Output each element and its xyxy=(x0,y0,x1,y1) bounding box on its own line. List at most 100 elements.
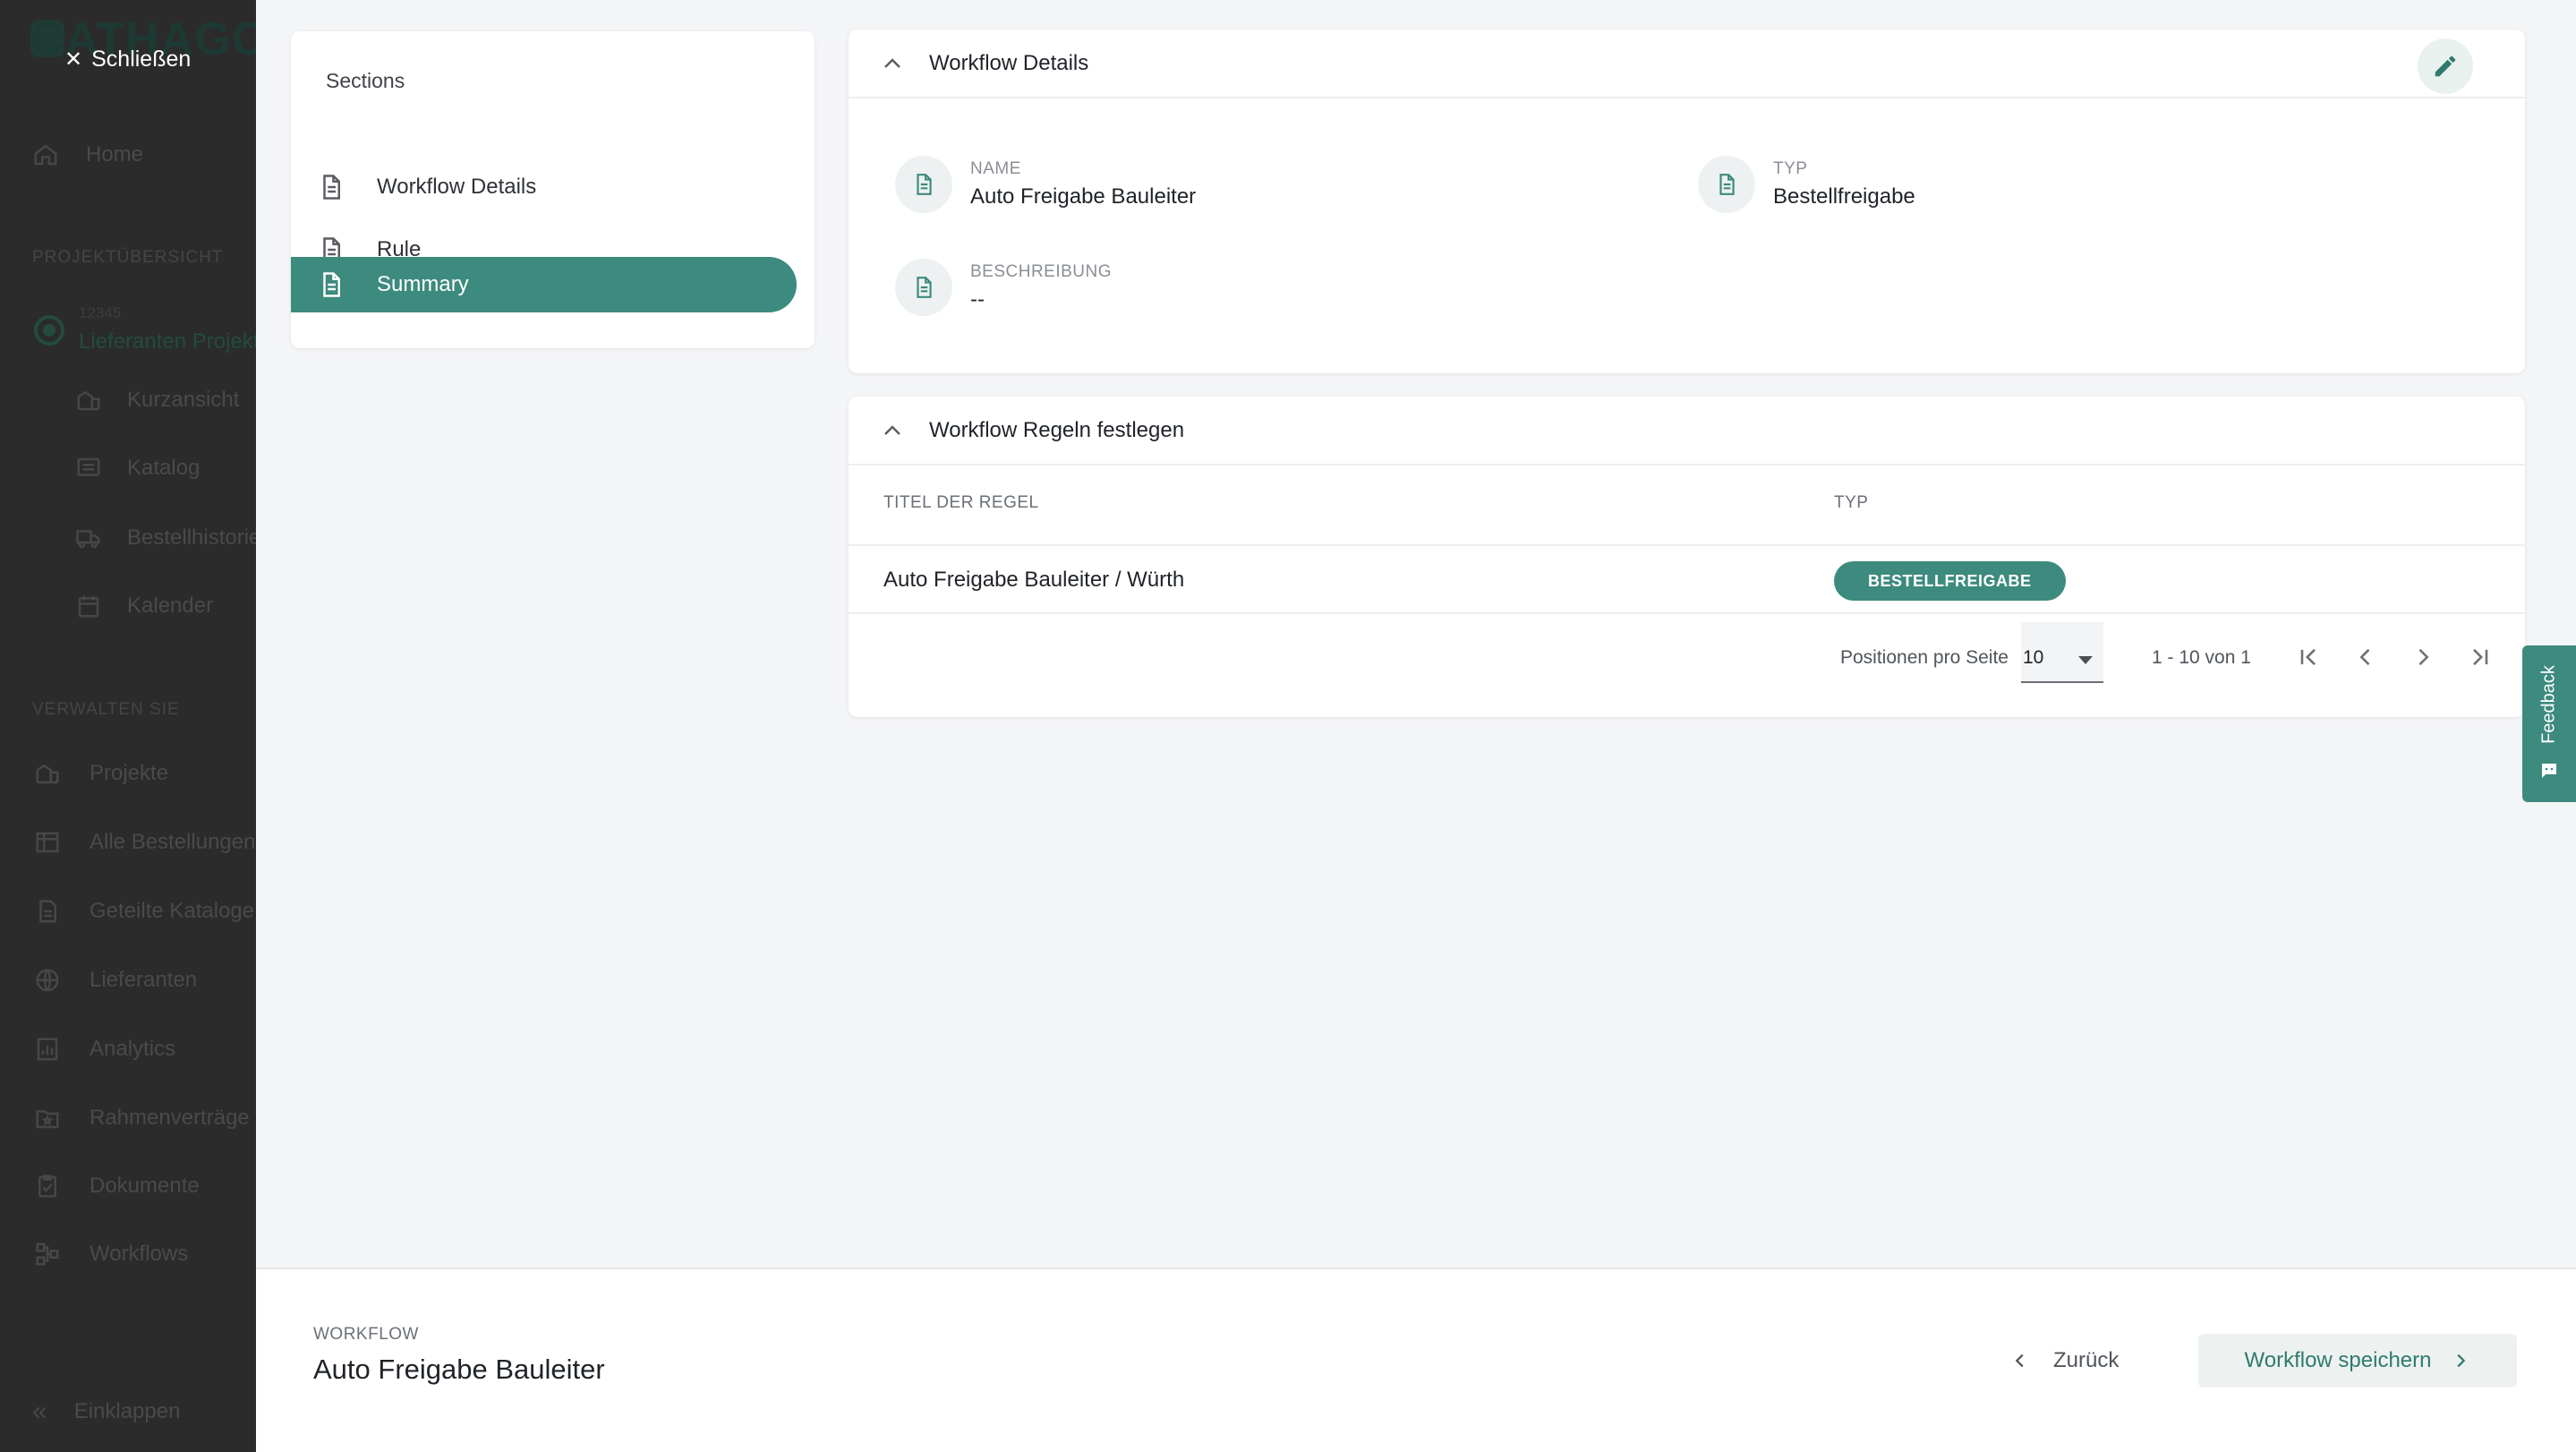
field-label: TYP xyxy=(1773,159,1808,178)
home-icon xyxy=(34,144,57,166)
project-status-icon xyxy=(34,315,64,346)
column-header-type: TYP xyxy=(1834,493,1869,512)
table-row[interactable]: Auto Freigabe Bauleiter / Würth BESTELLF… xyxy=(849,544,2525,614)
footer-label: WORKFLOW xyxy=(313,1325,419,1344)
chevron-up-icon[interactable] xyxy=(883,423,902,438)
nav-label: Lieferanten xyxy=(90,968,198,992)
feedback-label: Feedback xyxy=(2538,665,2559,744)
collapse-label: Einklappen xyxy=(73,1399,181,1423)
first-page-icon xyxy=(2300,648,2316,666)
workflow-icon xyxy=(36,1243,59,1266)
nav-lieferanten[interactable]: Lieferanten xyxy=(32,967,197,994)
footer-title: Auto Freigabe Bauleiter xyxy=(313,1354,605,1385)
rule-type-badge: BESTELLFREIGABE xyxy=(1834,561,2066,601)
double-chevron-left-icon: « xyxy=(32,1396,47,1426)
nav-analytics[interactable]: Analytics xyxy=(32,1036,175,1063)
truck-icon xyxy=(76,530,100,549)
field-name: NAME Auto Freigabe Bauleiter xyxy=(895,156,1196,213)
nav-label: Workflows xyxy=(90,1242,189,1266)
chevron-right-icon xyxy=(2457,1354,2466,1368)
nav-label: Projekte xyxy=(90,761,169,785)
back-button[interactable]: Zurück xyxy=(1992,1334,2137,1388)
section-projects: PROJEKTÜBERSICHT xyxy=(32,248,224,267)
per-page-select[interactable]: 10 xyxy=(2021,622,2103,683)
nav-alle-bestellungen[interactable]: Alle Bestellungen xyxy=(32,829,255,856)
nav-label: Katalog xyxy=(127,456,200,480)
next-page-button[interactable] xyxy=(2408,642,2438,672)
nav-label: Geteilte Kataloge xyxy=(90,899,255,923)
sidebar: CATHAGO ✕ Schließen Home PROJEKTÜBERSICH… xyxy=(0,0,256,1452)
dropdown-caret-icon xyxy=(2078,656,2093,664)
first-page-button[interactable] xyxy=(2293,642,2324,672)
nav-projekte[interactable]: Projekte xyxy=(32,760,168,787)
per-page-label: Positionen pro Seite xyxy=(1840,647,2009,668)
panel-title: Workflow Details xyxy=(929,50,1089,75)
sections-title: Sections xyxy=(326,69,405,92)
analytics-icon xyxy=(37,1038,58,1061)
close-label: Schließen xyxy=(91,47,192,72)
workflow-rules-panel: Workflow Regeln festlegen TITEL DER REGE… xyxy=(849,397,2525,717)
orders-icon xyxy=(36,832,59,853)
collapse-sidebar-button[interactable]: « Einklappen xyxy=(32,1396,180,1427)
per-page-value: 10 xyxy=(2023,647,2044,668)
last-page-icon xyxy=(2473,648,2488,666)
document-icon xyxy=(1698,156,1755,213)
nav-bestellhistorie[interactable]: Bestellhistorie xyxy=(73,525,256,551)
feedback-chat-icon xyxy=(2542,764,2556,778)
panel-title: Workflow Regeln festlegen xyxy=(929,417,1185,442)
overview-icon xyxy=(77,390,100,411)
document-icon xyxy=(895,156,952,213)
field-value: -- xyxy=(970,287,985,312)
nav-kurzansicht[interactable]: Kurzansicht xyxy=(73,387,239,414)
sections-card: Sections Workflow Details Rule Summary xyxy=(291,31,815,348)
field-label: NAME xyxy=(970,159,1021,178)
nav-dokumente[interactable]: Dokumente xyxy=(32,1173,200,1200)
nav-kalender[interactable]: Kalender xyxy=(73,593,213,619)
feedback-tab[interactable]: Feedback xyxy=(2522,645,2576,802)
nav-geteilte-kataloge[interactable]: Geteilte Kataloge xyxy=(32,898,254,925)
nav-workflows[interactable]: Workflows xyxy=(32,1241,188,1268)
nav-rahmenvertraege[interactable]: Rahmenverträge xyxy=(32,1105,250,1132)
buildings-icon xyxy=(36,764,59,784)
pagination: Positionen pro Seite 10 1 - 10 von 1 xyxy=(849,622,2525,683)
nav-home[interactable]: Home xyxy=(32,141,143,168)
section-item-summary[interactable]: Summary xyxy=(291,257,797,312)
nav-label: Bestellhistorie xyxy=(127,525,256,550)
section-item-label: Summary xyxy=(377,272,469,296)
workflow-details-panel: Workflow Details NAME Auto Freigabe Baul… xyxy=(849,30,2525,373)
clipboard-icon xyxy=(38,1174,56,1198)
document-icon xyxy=(323,175,340,200)
section-item-workflow-details[interactable]: Workflow Details xyxy=(291,159,797,215)
save-label: Workflow speichern xyxy=(2244,1348,2432,1372)
nav-label: Kalender xyxy=(127,594,214,618)
project-name[interactable]: Lieferanten Projekt xyxy=(79,329,256,354)
previous-page-button[interactable] xyxy=(2350,642,2381,672)
nav-label: Rahmenverträge xyxy=(90,1106,250,1130)
page-range: 1 - 10 von 1 xyxy=(2152,647,2251,668)
workflow-details-header[interactable]: Workflow Details xyxy=(849,30,2525,98)
last-page-button[interactable] xyxy=(2465,642,2495,672)
chevron-up-icon[interactable] xyxy=(883,56,902,71)
calendar-icon xyxy=(78,595,99,618)
save-workflow-button[interactable]: Workflow speichern xyxy=(2198,1334,2517,1388)
back-label: Zurück xyxy=(2053,1348,2120,1372)
field-type: TYP Bestellfreigabe xyxy=(1698,156,1915,213)
field-value: Bestellfreigabe xyxy=(1773,184,1915,209)
workflow-rules-header[interactable]: Workflow Regeln festlegen xyxy=(849,397,2525,465)
section-manage: VERWALTEN SIE xyxy=(32,700,180,719)
edit-button[interactable] xyxy=(2418,38,2473,94)
project-number: 12345 xyxy=(79,304,122,321)
contract-folder-icon xyxy=(36,1110,59,1129)
globe-icon xyxy=(36,969,59,992)
nav-katalog[interactable]: Katalog xyxy=(73,455,200,482)
document-icon xyxy=(323,272,340,297)
section-item-label: Workflow Details xyxy=(377,175,537,199)
field-description: BESCHREIBUNG -- xyxy=(895,259,1112,316)
close-button[interactable]: ✕ Schließen xyxy=(64,47,191,73)
pencil-icon xyxy=(2435,56,2456,77)
nav-home-label: Home xyxy=(86,142,144,167)
chevron-left-icon xyxy=(2015,1354,2024,1368)
column-header-title: TITEL DER REGEL xyxy=(883,493,1039,512)
field-value: Auto Freigabe Bauleiter xyxy=(970,184,1197,209)
chevron-left-icon xyxy=(2359,648,2370,666)
